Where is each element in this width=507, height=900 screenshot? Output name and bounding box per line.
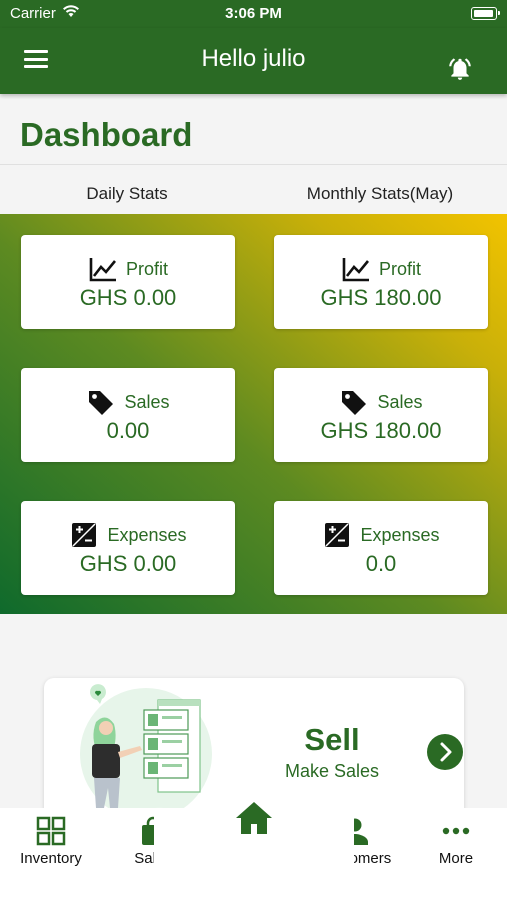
monthly-expenses-card[interactable]: Expenses 0.0 <box>274 501 488 595</box>
monthly-sales-card[interactable]: Sales GHS 180.00 <box>274 368 488 462</box>
expenses-label: Expenses <box>360 524 440 545</box>
chart-line-icon <box>342 258 369 282</box>
sales-label: Sales <box>377 391 423 412</box>
more-dots-icon <box>442 827 470 835</box>
plus-minus-box-icon <box>72 523 97 547</box>
chart-line-icon <box>89 258 116 282</box>
tab-more[interactable]: More <box>406 816 506 867</box>
price-tag-icon <box>89 391 114 415</box>
monthly-stats-heading: Monthly Stats(May) <box>306 184 454 203</box>
sales-label: Sales <box>124 391 170 412</box>
tab-inventory[interactable]: Inventory <box>1 816 101 867</box>
price-tag-icon <box>342 391 367 415</box>
stats-panel: Profit GHS 0.00 Profit GHS 180.00 Sales … <box>0 214 507 614</box>
home-icon <box>236 802 272 834</box>
plus-minus-box-icon <box>325 523 350 547</box>
tab-label: More <box>438 850 474 867</box>
monthly-profit-value: GHS 180.00 <box>320 285 442 310</box>
tab-label: Inventory <box>20 850 82 867</box>
daily-profit-value: GHS 0.00 <box>79 285 177 310</box>
chevron-right-button[interactable] <box>427 734 463 770</box>
app-header: Hello julio <box>0 28 507 94</box>
page-title: Dashboard <box>20 116 193 153</box>
monthly-expenses-value: 0.0 <box>365 551 397 576</box>
daily-stats-heading: Daily Stats <box>86 184 168 203</box>
profit-label: Profit <box>125 258 168 279</box>
daily-expenses-value: GHS 0.00 <box>79 551 177 576</box>
tab-home[interactable] <box>154 798 354 868</box>
monthly-profit-card[interactable]: Profit GHS 180.00 <box>274 235 488 329</box>
daily-sales-value: 0.00 <box>106 418 150 443</box>
clock: 3:06 PM <box>225 5 282 22</box>
daily-sales-card[interactable]: Sales 0.00 <box>21 368 235 462</box>
sell-title: Sell <box>304 722 360 757</box>
daily-profit-card[interactable]: Profit GHS 0.00 <box>21 235 235 329</box>
daily-expenses-card[interactable]: Expenses GHS 0.00 <box>21 501 235 595</box>
status-bar: Carrier 3:06 PM <box>0 0 507 28</box>
battery-icon <box>471 7 500 20</box>
notification-bell-icon[interactable] <box>447 56 473 82</box>
grid-icon <box>36 816 66 846</box>
profit-label: Profit <box>378 258 421 279</box>
chevron-right-icon <box>440 742 452 762</box>
expenses-label: Expenses <box>107 524 187 545</box>
monthly-sales-value: GHS 180.00 <box>320 418 442 443</box>
sell-subtitle: Make Sales <box>284 761 380 781</box>
greeting-title: Hello julio <box>201 45 306 72</box>
shopping-illustration <box>80 684 212 814</box>
divider <box>0 164 507 165</box>
